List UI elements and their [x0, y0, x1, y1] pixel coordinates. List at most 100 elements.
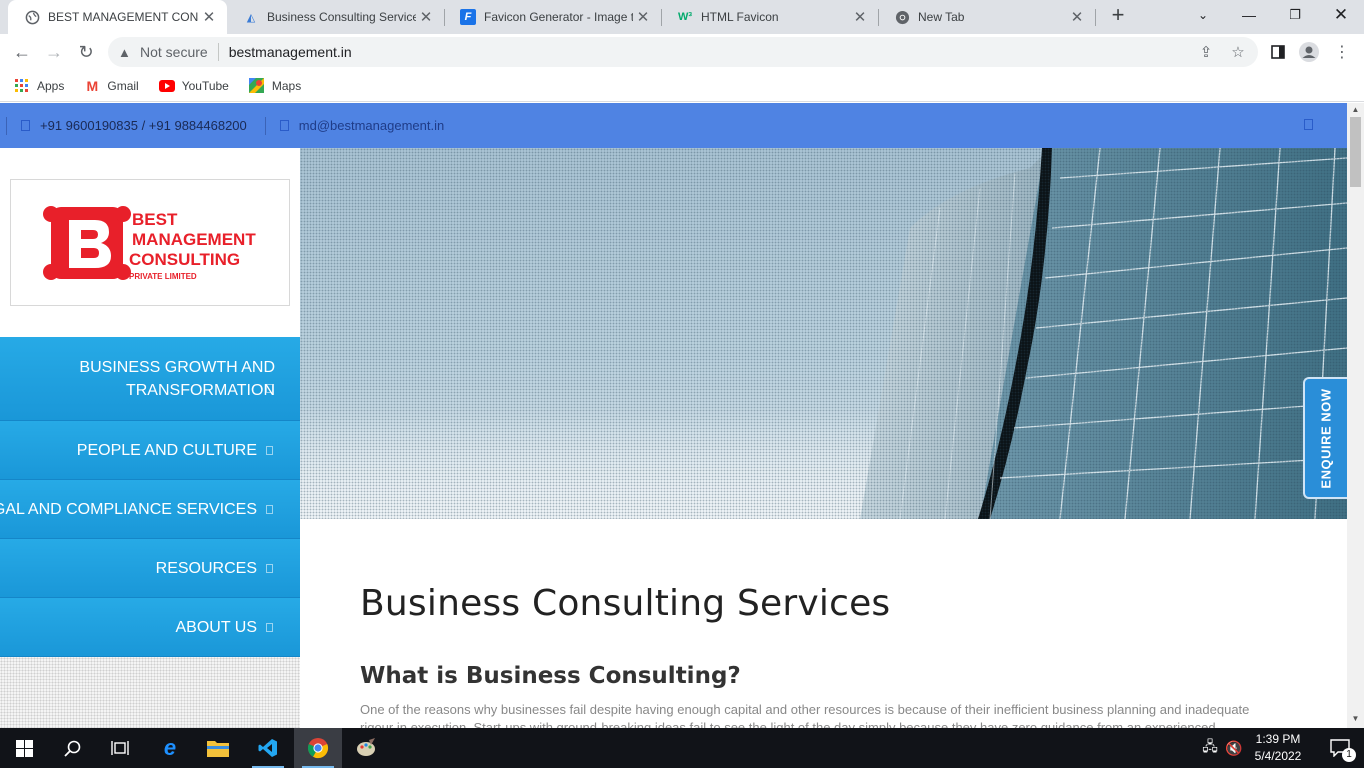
enquire-now-button[interactable]: ENQUIRE NOW — [1303, 377, 1347, 499]
scroll-up-arrow-icon[interactable]: ▲ — [1347, 103, 1364, 117]
contact-top-bar: +91 9600190835 / +91 9884468200 md@bestm… — [0, 103, 1347, 148]
menu-item-resources[interactable]: RESOURCES — [0, 539, 300, 598]
notification-center-icon[interactable]: 1 — [1316, 728, 1364, 768]
reload-icon[interactable]: ↻ — [72, 38, 100, 66]
notification-badge: 1 — [1342, 748, 1356, 762]
site-logo-icon: ◭ — [246, 11, 256, 24]
bookmark-apps[interactable]: Apps — [14, 78, 64, 94]
browser-toolbar: ← → ↻ ▲ Not secure bestmanagement.in ⇪ ☆… — [0, 34, 1364, 70]
tab-business-consulting[interactable]: ◭ Business Consulting Services ✕ — [227, 0, 444, 34]
chrome-icon — [894, 9, 910, 25]
bookmarks-bar: Apps M Gmail YouTube Maps — [0, 70, 1364, 102]
menu-item-business-growth[interactable]: BUSINESS GROWTH AND TRANSFORMATION — [0, 337, 300, 421]
menu-item-label: PEOPLE AND CULTURE — [76, 441, 257, 459]
new-tab-plus-icon[interactable]: + — [1095, 0, 1141, 30]
tab-title: New Tab — [918, 10, 965, 24]
maps-icon — [249, 78, 265, 94]
menu-item-label: ABOUT US — [175, 618, 258, 636]
menu-item-about-us[interactable]: ABOUT US — [0, 598, 300, 657]
main-menu: BUSINESS GROWTH AND TRANSFORMATION PEOPL… — [0, 337, 300, 657]
enquire-now-label: ENQUIRE NOW — [1318, 387, 1334, 489]
bookmark-label: Maps — [271, 78, 302, 93]
close-icon[interactable]: ✕ — [850, 8, 870, 26]
close-icon[interactable]: ✕ — [633, 8, 653, 26]
system-clock[interactable]: 1:39 PM 5/4/2022 — [1248, 731, 1308, 765]
bookmark-label: Gmail — [107, 78, 139, 93]
divider — [6, 116, 7, 135]
security-label[interactable]: Not secure — [140, 44, 208, 60]
warning-triangle-icon[interactable]: ▲ — [118, 45, 136, 60]
tab-html-favicon[interactable]: W³ HTML Favicon ✕ — [661, 0, 878, 34]
kebab-menu-icon[interactable]: ⋮ — [1332, 42, 1352, 62]
menu-item-label: RESOURCES — [155, 559, 257, 577]
close-icon[interactable]: ✕ — [1067, 8, 1087, 26]
hero-banner-image — [300, 148, 1347, 519]
chrome-taskbar-icon[interactable] — [294, 728, 342, 768]
bookmark-maps[interactable]: Maps — [249, 78, 301, 94]
search-icon[interactable] — [48, 728, 96, 768]
file-explorer-icon[interactable] — [194, 728, 242, 768]
bookmark-label: YouTube — [181, 78, 229, 93]
caret-icon — [266, 445, 273, 455]
web-page: +91 9600190835 / +91 9884468200 md@bestm… — [0, 103, 1347, 728]
menu-item-legal-compliance[interactable]: LEGAL AND COMPLIANCE SERVICES — [0, 480, 300, 539]
caret-icon — [266, 384, 273, 393]
section-heading: What is Business Consulting? — [360, 663, 741, 689]
tab-strip: BEST MANAGEMENT CONSULTING ✕ ◭ Business … — [0, 0, 1364, 34]
company-logo[interactable]: BEST MANAGEMENT CONSULTING PRIVATE LIMIT… — [10, 179, 290, 306]
logo-text-line4: PRIVATE LIMITED — [129, 272, 197, 281]
caret-icon — [266, 622, 273, 632]
logo-text-line1: BEST — [132, 210, 178, 229]
tab-search-chevron-down-icon[interactable]: ⌄ — [1180, 0, 1226, 30]
caret-icon — [266, 563, 273, 573]
windows-start-icon[interactable] — [0, 728, 48, 768]
bookmark-gmail[interactable]: M Gmail — [84, 78, 139, 94]
restore-window-button[interactable]: ❐ — [1272, 0, 1318, 30]
close-icon[interactable]: ✕ — [416, 8, 436, 26]
close-icon[interactable]: ✕ — [199, 8, 219, 26]
menu-item-label: LEGAL AND COMPLIANCE SERVICES — [0, 500, 257, 518]
divider — [264, 116, 266, 135]
share-icon[interactable]: ⇪ — [1196, 42, 1216, 62]
bookmark-star-icon[interactable]: ☆ — [1228, 42, 1248, 62]
bookmark-youtube[interactable]: YouTube — [158, 78, 229, 94]
bookmark-label: Apps — [37, 78, 65, 93]
email-link[interactable]: md@bestmanagement.in — [299, 118, 444, 133]
url-text[interactable]: bestmanagement.in — [229, 44, 352, 60]
tab-best-management[interactable]: BEST MANAGEMENT CONSULTING ✕ — [8, 0, 227, 34]
forward-arrow-icon[interactable]: → — [40, 38, 68, 66]
page-scrollbar[interactable]: ▲ ▼ — [1347, 103, 1364, 728]
address-bar[interactable]: ▲ Not secure bestmanagement.in — [108, 37, 1258, 67]
tab-favicon-generator[interactable]: F Favicon Generator - Image to Favicon ✕ — [444, 0, 661, 34]
minimize-window-button[interactable]: — — [1226, 0, 1272, 30]
clock-time: 1:39 PM — [1255, 732, 1301, 746]
scroll-down-arrow-icon[interactable]: ▼ — [1347, 712, 1364, 726]
phone-numbers[interactable]: +91 9600190835 / +91 9884468200 — [40, 118, 247, 133]
task-view-icon[interactable] — [96, 728, 144, 768]
social-icon[interactable] — [1304, 119, 1313, 130]
network-icon[interactable]: 🖧 — [1198, 728, 1222, 768]
sidebar-pattern — [0, 657, 300, 728]
paint-icon[interactable] — [342, 728, 390, 768]
tab-title: HTML Favicon — [701, 10, 779, 24]
main-content: Business Consulting Services What is Bus… — [360, 583, 1280, 728]
tab-title: Favicon Generator - Image to Favicon — [484, 10, 633, 24]
volume-muted-icon[interactable]: 🔇 — [1222, 728, 1246, 768]
tab-title: Business Consulting Services — [267, 10, 416, 24]
vscode-icon[interactable] — [244, 728, 292, 768]
side-panel-icon[interactable] — [1268, 42, 1288, 62]
tab-title: BEST MANAGEMENT CONSULTING — [48, 10, 199, 24]
menu-item-people-culture[interactable]: PEOPLE AND CULTURE — [0, 421, 300, 480]
back-arrow-icon[interactable]: ← — [8, 38, 36, 66]
profile-avatar-icon[interactable] — [1299, 42, 1319, 62]
page-title: Business Consulting Services — [360, 583, 891, 624]
phone-icon — [21, 120, 30, 131]
close-window-button[interactable]: ✕ — [1318, 0, 1364, 30]
menu-item-label: BUSINESS GROWTH AND TRANSFORMATION — [79, 358, 275, 399]
youtube-icon — [158, 78, 175, 94]
logo-text-line2: MANAGEMENT — [132, 230, 256, 249]
email-icon — [279, 120, 289, 131]
tab-new-tab[interactable]: New Tab ✕ — [878, 0, 1095, 34]
scrollbar-thumb[interactable] — [1350, 117, 1361, 187]
internet-explorer-icon[interactable]: e — [146, 728, 194, 768]
